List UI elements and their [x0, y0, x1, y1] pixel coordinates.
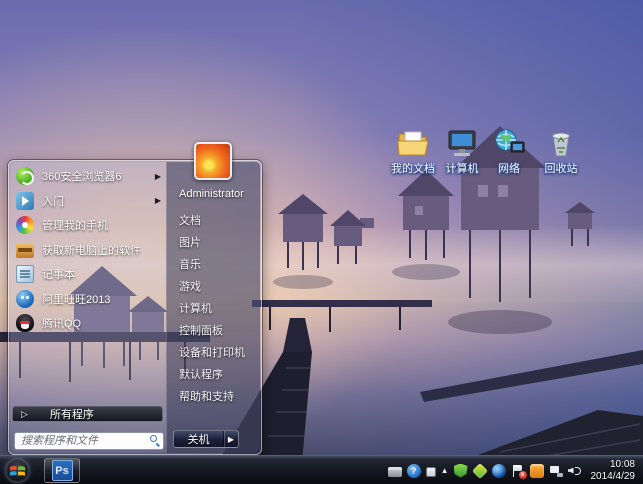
desktop: 我的文档 计算机 网络	[0, 0, 643, 484]
network-icon	[492, 128, 526, 158]
clock-time: 10:08	[591, 459, 636, 471]
menu-item-getting-started[interactable]: 入门 ▶	[10, 189, 166, 214]
desktop-icon-label: 回收站	[534, 160, 588, 176]
menu-item-label: 360安全浏览器6	[42, 168, 121, 184]
start-button[interactable]	[5, 458, 30, 483]
documents-folder-icon	[396, 128, 430, 158]
menu-item-wangwang[interactable]: 阿里旺旺2013	[10, 287, 166, 312]
menu-item-manage-phone[interactable]: 管理我的手机	[10, 213, 166, 238]
menu-item-label: 腾讯QQ	[42, 315, 81, 331]
desktop-icon-computer[interactable]: 计算机	[435, 128, 489, 176]
start-menu-right-panel: Administrator 文档 图片 音乐 游戏 计算机 控制面板 设备和打印…	[166, 162, 260, 453]
menu-item-label: 管理我的手机	[42, 217, 108, 233]
photoshop-icon: Ps	[52, 460, 73, 481]
start-menu: 360安全浏览器6 ▶ 入门 ▶ 管理我的手机 获取新电脑上的软件	[8, 160, 262, 455]
all-programs-button[interactable]: ▷ 所有程序	[12, 406, 163, 422]
system-tray: ? ▲ x 10:08 2014/4/29	[388, 456, 641, 484]
menu-item-qq[interactable]: 腾讯QQ	[10, 311, 166, 336]
menu-item-devices-printers[interactable]: 设备和打印机	[167, 342, 260, 364]
qq-penguin-icon	[16, 314, 34, 332]
start-menu-places-list: 文档 图片 音乐 游戏 计算机 控制面板 设备和打印机 默认程序 帮助和支持	[167, 210, 260, 408]
taskbar: Ps ? ▲ x 10:08 2014/4/29	[0, 455, 643, 484]
taskbar-button-photoshop[interactable]: Ps	[44, 458, 80, 483]
all-programs-arrow-icon: ▷	[21, 409, 28, 420]
menu-item-games[interactable]: 游戏	[167, 276, 260, 298]
hidden-icons-arrow[interactable]: ▲	[441, 467, 449, 475]
software-box-icon	[16, 243, 34, 258]
menu-item-label: 获取新电脑上的软件	[42, 242, 141, 258]
help-bubble-icon[interactable]: ?	[407, 464, 421, 478]
360-browser-icon	[16, 167, 34, 185]
shutdown-label: 关机	[174, 431, 223, 447]
desktop-icon-row: 我的文档 计算机 网络	[386, 128, 596, 180]
recycle-bin-icon	[544, 128, 578, 158]
start-menu-left-panel: 360安全浏览器6 ▶ 入门 ▶ 管理我的手机 获取新电脑上的软件	[10, 162, 166, 453]
menu-item-computer[interactable]: 计算机	[167, 298, 260, 320]
action-center-badge: x	[519, 471, 527, 479]
all-programs-label: 所有程序	[50, 406, 94, 422]
shutdown-button[interactable]: 关机 ▶	[173, 430, 239, 448]
action-center-flag-icon[interactable]: x	[511, 464, 525, 478]
pinwheel-icon	[16, 216, 34, 234]
menu-item-default-programs[interactable]: 默认程序	[167, 364, 260, 386]
taskbar-clock[interactable]: 10:08 2014/4/29	[587, 459, 642, 483]
shutdown-options-arrow-icon[interactable]: ▶	[224, 435, 238, 444]
menu-item-documents[interactable]: 文档	[167, 210, 260, 232]
menu-item-pictures[interactable]: 图片	[167, 232, 260, 254]
clock-date: 2014/4/29	[591, 471, 636, 483]
menu-item-label: 阿里旺旺2013	[42, 291, 110, 307]
ime-indicator-icon[interactable]	[426, 467, 436, 477]
user-name[interactable]: Administrator	[179, 188, 244, 200]
search-icon	[150, 435, 159, 444]
search-input[interactable]	[14, 432, 164, 450]
menu-item-label: 记事本	[42, 266, 75, 282]
network-tray-icon[interactable]	[549, 464, 563, 478]
submenu-arrow-icon: ▶	[155, 172, 161, 181]
desktop-icon-label: 网络	[482, 160, 536, 176]
start-menu-program-list: 360安全浏览器6 ▶ 入门 ▶ 管理我的手机 获取新电脑上的软件	[10, 164, 166, 336]
menu-item-control-panel[interactable]: 控制面板	[167, 320, 260, 342]
desktop-icon-documents[interactable]: 我的文档	[386, 128, 440, 176]
menu-item-notepad[interactable]: 记事本	[10, 262, 166, 287]
antivirus-diamond-icon[interactable]	[472, 463, 488, 479]
notepad-icon	[16, 265, 34, 283]
desktop-icon-network[interactable]: 网络	[482, 128, 536, 176]
menu-item-label: 入门	[42, 193, 64, 209]
submenu-arrow-icon: ▶	[155, 196, 161, 205]
wangwang-icon	[16, 290, 34, 308]
start-search	[14, 431, 164, 449]
desktop-icon-recycle-bin[interactable]: 回收站	[534, 128, 588, 176]
wangwang-tray-icon[interactable]	[530, 464, 544, 478]
desktop-icon-label: 我的文档	[386, 160, 440, 176]
desktop-icon-label: 计算机	[435, 160, 489, 176]
user-avatar[interactable]	[194, 142, 232, 180]
browser-globe-icon[interactable]	[492, 464, 506, 478]
volume-icon[interactable]	[568, 464, 582, 478]
avatar-flower-image	[196, 144, 230, 178]
getting-started-icon	[16, 192, 34, 210]
windows-logo-icon	[9, 462, 26, 479]
computer-icon	[445, 128, 479, 158]
menu-item-help-support[interactable]: 帮助和支持	[167, 386, 260, 408]
menu-item-music[interactable]: 音乐	[167, 254, 260, 276]
menu-item-get-software[interactable]: 获取新电脑上的软件	[10, 238, 166, 263]
menu-item-360-browser[interactable]: 360安全浏览器6 ▶	[10, 164, 166, 189]
toolbox-icon[interactable]	[388, 467, 402, 477]
security-shield-icon[interactable]	[454, 464, 468, 478]
